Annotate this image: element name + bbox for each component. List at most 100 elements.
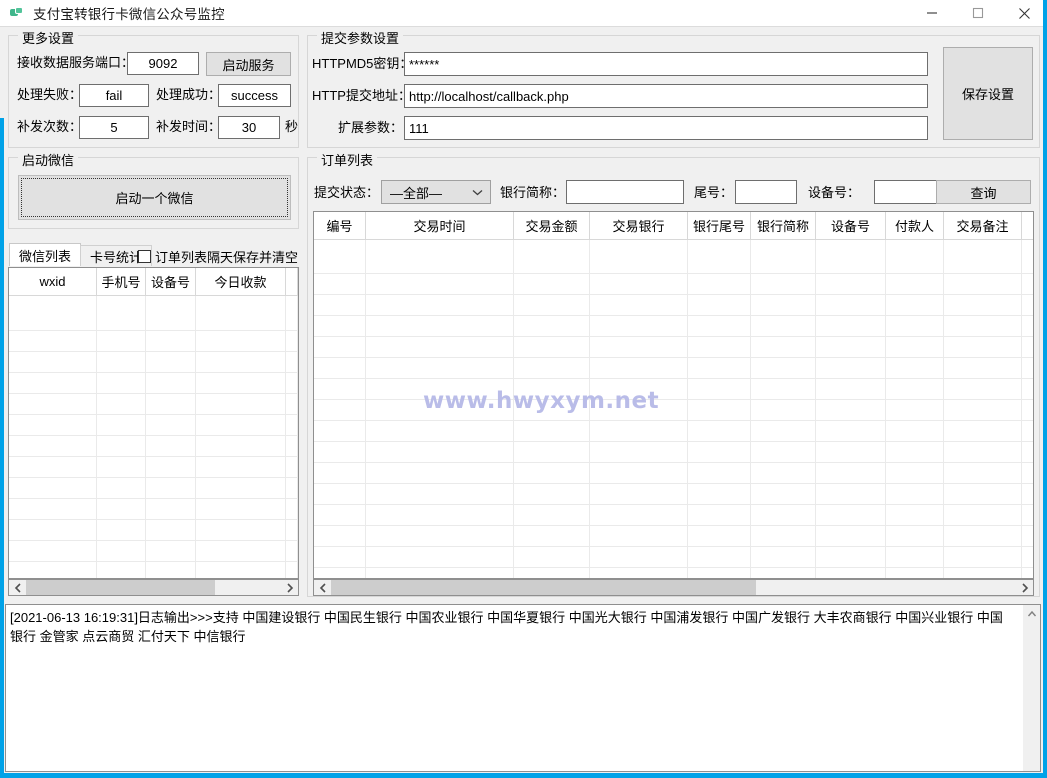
column-header[interactable]: 手机号 (97, 268, 146, 295)
table-row[interactable] (9, 415, 298, 436)
table-row[interactable] (314, 274, 1033, 295)
order-list-scroll-track[interactable] (331, 580, 1016, 595)
table-cell (688, 442, 751, 462)
table-cell (886, 547, 944, 567)
column-header[interactable]: 银行尾号 (688, 212, 751, 239)
table-row[interactable] (9, 394, 298, 415)
table-cell (514, 568, 590, 578)
column-header[interactable]: 交易时间 (366, 212, 514, 239)
start-service-button[interactable]: 启动服务 (206, 52, 291, 76)
column-header[interactable]: 设备号 (146, 268, 196, 295)
maximize-button[interactable] (955, 0, 1001, 27)
wechat-list-hscrollbar[interactable] (8, 579, 299, 596)
submit-status-combobox[interactable]: —全部— (381, 180, 491, 204)
url-input[interactable] (404, 84, 928, 108)
fail-input[interactable] (79, 84, 149, 107)
table-row[interactable] (314, 295, 1033, 316)
table-row[interactable] (314, 568, 1033, 578)
daily-save-clear-checkbox[interactable] (138, 250, 151, 263)
table-cell (816, 274, 886, 294)
md5-input[interactable] (404, 52, 928, 76)
column-header[interactable]: wxid (9, 268, 97, 295)
column-header[interactable]: 交易备注 (944, 212, 1022, 239)
table-cell (146, 499, 196, 519)
column-header[interactable]: 银行简称 (751, 212, 816, 239)
table-row[interactable] (9, 331, 298, 352)
close-button[interactable] (1001, 0, 1047, 27)
wechat-list-scroll-track[interactable] (26, 580, 281, 595)
table-row[interactable] (314, 442, 1033, 463)
table-cell (196, 541, 286, 561)
wechat-list-scroll-right-button[interactable] (281, 580, 298, 595)
table-cell (366, 379, 514, 399)
table-row[interactable] (9, 457, 298, 478)
log-output-box[interactable]: [2021-06-13 16:19:31]日志输出>>>支持 中国建设银行 中国… (5, 604, 1041, 772)
table-row[interactable] (9, 499, 298, 520)
save-settings-button[interactable]: 保存设置 (943, 47, 1033, 140)
table-row[interactable] (314, 253, 1033, 274)
tab-wechat-list[interactable]: 微信列表 (9, 243, 82, 266)
table-row[interactable] (314, 421, 1033, 442)
log-vscrollbar[interactable] (1023, 605, 1040, 771)
table-row[interactable] (9, 436, 298, 457)
log-scroll-track[interactable] (1023, 622, 1040, 771)
column-header[interactable] (1022, 212, 1033, 239)
column-header[interactable]: 交易金额 (514, 212, 590, 239)
table-cell (886, 358, 944, 378)
table-row[interactable] (9, 562, 298, 578)
minimize-button[interactable] (909, 0, 955, 27)
table-row[interactable] (9, 373, 298, 394)
table-cell (97, 478, 146, 498)
launch-wechat-button[interactable]: 启动一个微信 (18, 175, 291, 220)
order-list-scroll-left-button[interactable] (314, 580, 331, 595)
resend-count-input[interactable] (79, 116, 149, 139)
log-scroll-up-button[interactable] (1023, 605, 1040, 622)
tail-number-input[interactable] (735, 180, 797, 204)
bank-abbr-input[interactable] (566, 180, 684, 204)
table-cell (1022, 421, 1033, 441)
table-row[interactable] (9, 520, 298, 541)
daily-save-clear-checkbox-row[interactable]: 订单列表隔天保存并清空 (138, 247, 298, 266)
success-input[interactable] (218, 84, 291, 107)
table-cell (944, 505, 1022, 525)
column-header[interactable]: 今日收款 (196, 268, 286, 295)
table-row[interactable] (314, 484, 1033, 505)
order-list-grid[interactable]: 编号 交易时间 交易金额 交易银行 银行尾号 银行简称 设备号 付款人 交易备注 (313, 211, 1034, 579)
table-row[interactable] (9, 541, 298, 562)
resend-time-label: 补发时间： (156, 119, 222, 134)
table-cell (196, 310, 286, 330)
table-row[interactable] (9, 478, 298, 499)
table-row[interactable] (314, 400, 1033, 421)
fail-label: 处理失败： (17, 87, 83, 102)
table-cell (886, 295, 944, 315)
column-header[interactable]: 交易银行 (590, 212, 688, 239)
table-row[interactable] (314, 505, 1033, 526)
ext-input[interactable] (404, 116, 928, 140)
query-button[interactable]: 查询 (936, 180, 1031, 204)
table-row[interactable] (314, 316, 1033, 337)
table-cell (9, 373, 97, 393)
table-row[interactable] (314, 358, 1033, 379)
column-header[interactable]: 设备号 (816, 212, 886, 239)
order-list-scroll-right-button[interactable] (1016, 580, 1033, 595)
table-cell (1022, 337, 1033, 357)
table-row[interactable] (314, 526, 1033, 547)
wechat-list-grid[interactable]: wxid 手机号 设备号 今日收款 (8, 267, 299, 579)
column-header[interactable]: 编号 (314, 212, 366, 239)
table-cell (97, 562, 146, 578)
wechat-list-scroll-left-button[interactable] (9, 580, 26, 595)
port-input[interactable] (127, 52, 199, 75)
table-cell (688, 463, 751, 483)
table-row[interactable] (314, 547, 1033, 568)
table-row[interactable] (314, 379, 1033, 400)
table-cell (314, 442, 366, 462)
table-cell (886, 463, 944, 483)
table-row[interactable] (314, 337, 1033, 358)
column-header[interactable]: 付款人 (886, 212, 944, 239)
resend-time-input[interactable] (218, 116, 280, 139)
order-list-hscrollbar[interactable] (313, 579, 1034, 596)
table-row[interactable] (9, 310, 298, 331)
table-row[interactable] (9, 352, 298, 373)
table-row[interactable] (314, 463, 1033, 484)
column-header[interactable] (286, 268, 298, 295)
